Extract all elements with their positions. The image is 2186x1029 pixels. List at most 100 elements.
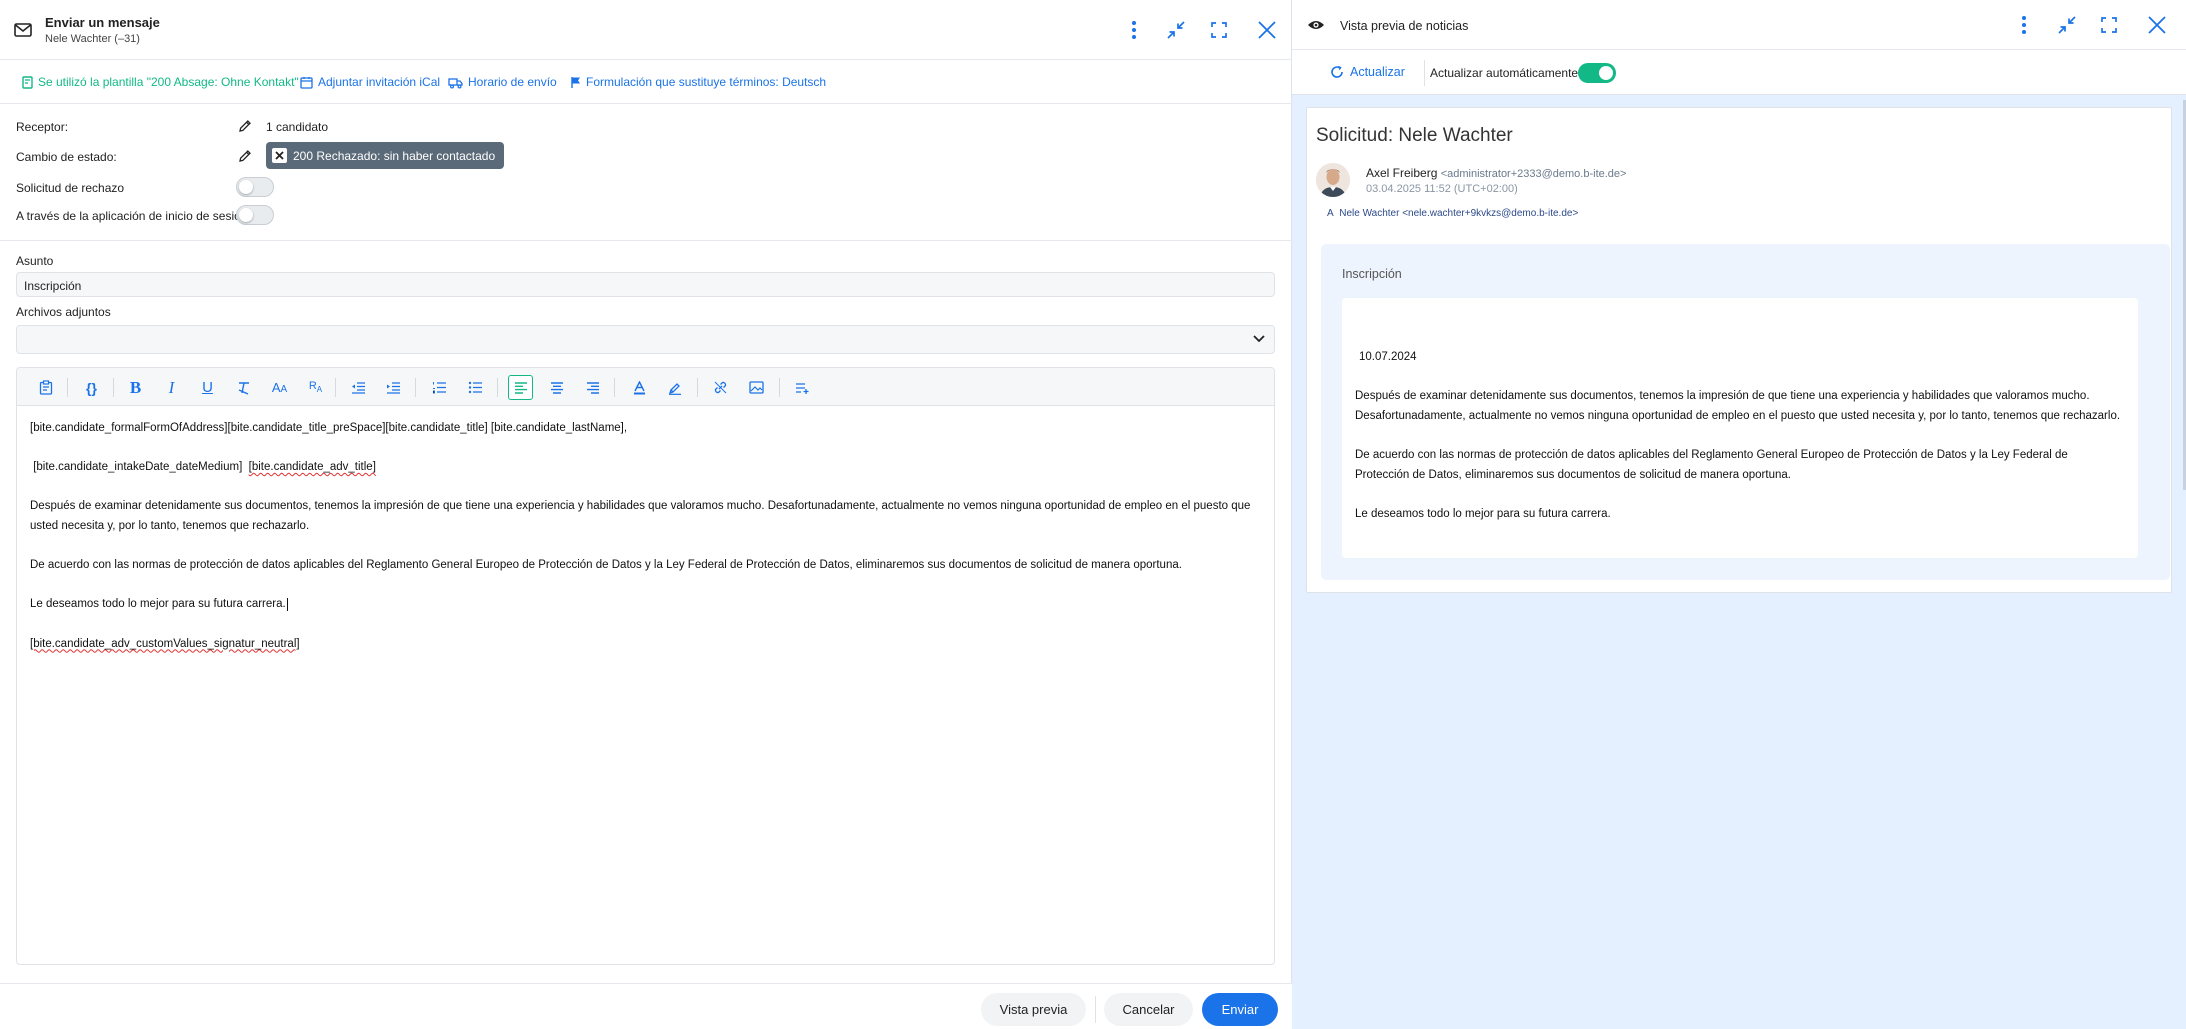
attachments-select[interactable] (16, 325, 1275, 354)
toolbar-divider (497, 378, 498, 397)
paste-button[interactable] (33, 375, 58, 400)
pencil-icon[interactable] (238, 119, 252, 133)
align-right-button[interactable] (580, 375, 605, 400)
compose-subtitle: Nele Wachter (–31) (45, 33, 140, 45)
collapse-icon (2058, 16, 2076, 34)
bullet-list-button[interactable] (463, 375, 488, 400)
underline-icon: U (202, 379, 213, 396)
align-left-button[interactable] (508, 375, 533, 400)
clear-format-button[interactable] (231, 375, 256, 400)
vertical-dots-icon (1132, 21, 1136, 39)
outdent-button[interactable] (346, 375, 371, 400)
indent-icon (387, 381, 400, 394)
clipboard-icon (39, 380, 52, 395)
receiver-value: 1 candidato (266, 120, 329, 134)
formulation-link[interactable]: Formulación que sustituye términos: Deut… (570, 75, 826, 89)
refresh-button[interactable]: Actualizar (1330, 65, 1405, 79)
more-options-button[interactable] (1122, 18, 1146, 42)
maximize-button[interactable] (1207, 18, 1231, 42)
formulation-label: Formulación que sustituye términos: Deut… (586, 75, 827, 89)
compose-footer: Vista previa Cancelar Enviar (0, 983, 1292, 1029)
cancel-button[interactable]: Cancelar (1104, 993, 1193, 1026)
template-used-label: Se utilizó la plantilla "200 Absage: Ohn… (38, 75, 299, 89)
adv-title-placeholder: [bite.candidate_adv_title] (248, 461, 376, 474)
recipient-prefix: A (1327, 208, 1334, 219)
font-style-button[interactable]: RA (303, 375, 328, 400)
subject-input[interactable]: Inscripción (16, 272, 1275, 297)
clear-format-icon (238, 381, 249, 395)
pencil-icon[interactable] (238, 149, 252, 163)
font-style-icon: RA (308, 380, 323, 395)
editor-toolbar: {} B I U AA RA (17, 368, 1274, 406)
preview-toolbar: Actualizar Actualizar automáticamente (1292, 50, 2186, 95)
refresh-icon (1331, 65, 1343, 78)
toolbar-divider (113, 378, 114, 397)
placeholder-button[interactable]: {} (79, 375, 104, 400)
link-button[interactable] (708, 375, 733, 400)
closing-text: Le deseamos todo lo mejor para su futura… (30, 598, 286, 611)
toolbar-divider (415, 378, 416, 397)
receiver-label: Receptor: (16, 120, 69, 134)
template-used-link[interactable]: Se utilizó la plantilla "200 Absage: Ohn… (22, 75, 299, 89)
insert-image-button[interactable] (744, 375, 769, 400)
italic-button[interactable]: I (159, 375, 184, 400)
status-chip-label: 200 Rechazado: sin haber contactado (293, 148, 496, 163)
sender-name: Axel Freiberg (1366, 166, 1438, 180)
preview-header: Vista previa de noticias (1292, 0, 2186, 50)
preview-minimize-button[interactable] (2055, 13, 2079, 37)
bold-button[interactable]: B (123, 375, 148, 400)
text-color-button[interactable] (627, 375, 652, 400)
preview-panel: Vista previa de noticias Actualizar Actu… (1292, 0, 2186, 1029)
editor-content[interactable]: [bite.candidate_formalFormOfAddress][bit… (17, 406, 1274, 667)
auto-refresh-toggle[interactable] (1578, 63, 1616, 83)
align-right-icon (586, 381, 599, 394)
attach-ical-link[interactable]: Adjuntar invitación iCal (300, 75, 440, 89)
minimize-button[interactable] (1164, 18, 1188, 42)
compose-toolbar: Se utilizó la plantilla "200 Absage: Ohn… (0, 60, 1292, 104)
underline-button[interactable]: U (195, 375, 220, 400)
ordered-list-button[interactable] (427, 375, 452, 400)
fullscreen-icon (2101, 17, 2117, 33)
preview-more-button[interactable] (2012, 13, 2036, 37)
remove-status-button[interactable] (272, 148, 287, 163)
font-size-button[interactable]: AA (267, 375, 292, 400)
close-icon (1258, 21, 1276, 39)
person-photo-icon (1316, 163, 1350, 197)
salutation-line: [bite.candidate_formalFormOfAddress][bit… (30, 422, 628, 434)
truck-clock-icon (448, 77, 463, 89)
toolbar-divider (697, 378, 698, 397)
close-button[interactable] (1255, 18, 1279, 42)
braces-icon: {} (86, 379, 97, 396)
login-app-toggle[interactable] (236, 205, 274, 225)
toolbar-divider (614, 378, 615, 397)
body-paragraph-3: Le deseamos todo lo mejor para su futura… (30, 595, 1261, 615)
align-center-button[interactable] (544, 375, 569, 400)
refresh-label: Actualizar (1350, 65, 1405, 79)
preview-close-button[interactable] (2145, 13, 2169, 37)
subject-label: Asunto (16, 254, 54, 268)
preview-button[interactable]: Vista previa (981, 993, 1086, 1026)
toolbar-divider (335, 378, 336, 397)
indent-button[interactable] (381, 375, 406, 400)
divider (0, 240, 1292, 241)
insert-more-button[interactable] (790, 375, 815, 400)
mail-icon (14, 23, 32, 37)
status-chip[interactable]: 200 Rechazado: sin haber contactado (266, 142, 505, 169)
signature-placeholder: [bite.candidate_adv_customValues_signatu… (30, 637, 300, 650)
image-icon (749, 381, 764, 394)
attach-ical-label: Adjuntar invitación iCal (318, 75, 441, 89)
highlighter-icon (668, 382, 681, 395)
preview-card: Solicitud: Nele Wachter Axel Freiberg <a… (1306, 107, 2172, 593)
template-icon (22, 75, 33, 89)
preview-maximize-button[interactable] (2097, 13, 2121, 37)
sender-line: Axel Freiberg <administrator+2333@demo.b… (1366, 166, 1626, 180)
send-button[interactable]: Enviar (1202, 993, 1278, 1026)
send-schedule-link[interactable]: Horario de envío (448, 75, 557, 89)
highlight-button[interactable] (662, 375, 687, 400)
ordered-list-icon (433, 382, 446, 394)
rejection-request-toggle[interactable] (236, 177, 274, 197)
